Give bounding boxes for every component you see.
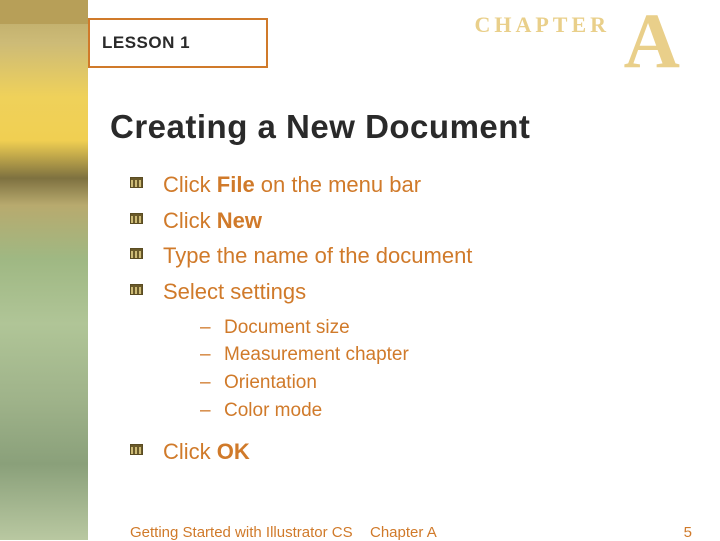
slide-title: Creating a New Document — [110, 108, 530, 146]
page-number: 5 — [684, 524, 692, 541]
bullet-text: Click OK — [163, 437, 250, 467]
lesson-label: LESSON 1 — [102, 33, 190, 53]
sub-text: Color mode — [224, 398, 322, 424]
bullet-icon — [130, 248, 143, 259]
sub-text: Measurement chapter — [224, 342, 409, 368]
bullet-item: Click OK — [130, 437, 670, 467]
sub-item: – Measurement chapter — [200, 342, 670, 368]
bullet-icon — [130, 444, 143, 455]
bullet-item: Click File on the menu bar — [130, 170, 670, 200]
dash-icon: – — [200, 317, 224, 339]
sub-item: – Document size — [200, 315, 670, 341]
bullet-item: Click New — [130, 206, 670, 236]
dash-icon: – — [200, 344, 224, 366]
sub-item: – Color mode — [200, 398, 670, 424]
bullet-text: Type the name of the document — [163, 241, 472, 271]
footer-left: Getting Started with Illustrator CS — [130, 524, 353, 541]
dash-icon: – — [200, 400, 224, 422]
sub-item: – Orientation — [200, 370, 670, 396]
sub-list: – Document size – Measurement chapter – … — [200, 315, 670, 424]
bullet-icon — [130, 177, 143, 188]
bullet-item: Select settings — [130, 277, 670, 307]
sidebar-top-stripe — [0, 0, 88, 24]
bullet-text: Click New — [163, 206, 262, 236]
dash-icon: – — [200, 372, 224, 394]
bullet-text: Click File on the menu bar — [163, 170, 421, 200]
chapter-letter: A — [624, 2, 680, 80]
lesson-box: LESSON 1 — [88, 18, 268, 68]
bullet-item: Type the name of the document — [130, 241, 670, 271]
bullet-text: Select settings — [163, 277, 306, 307]
sub-text: Orientation — [224, 370, 317, 396]
footer-center: Chapter A — [370, 524, 437, 541]
bullet-icon — [130, 284, 143, 295]
bullet-icon — [130, 213, 143, 224]
content-area: Click File on the menu bar Click New Typ… — [130, 170, 670, 473]
sub-text: Document size — [224, 315, 350, 341]
chapter-word: CHAPTER — [474, 12, 610, 38]
decorative-sidebar — [0, 0, 88, 540]
